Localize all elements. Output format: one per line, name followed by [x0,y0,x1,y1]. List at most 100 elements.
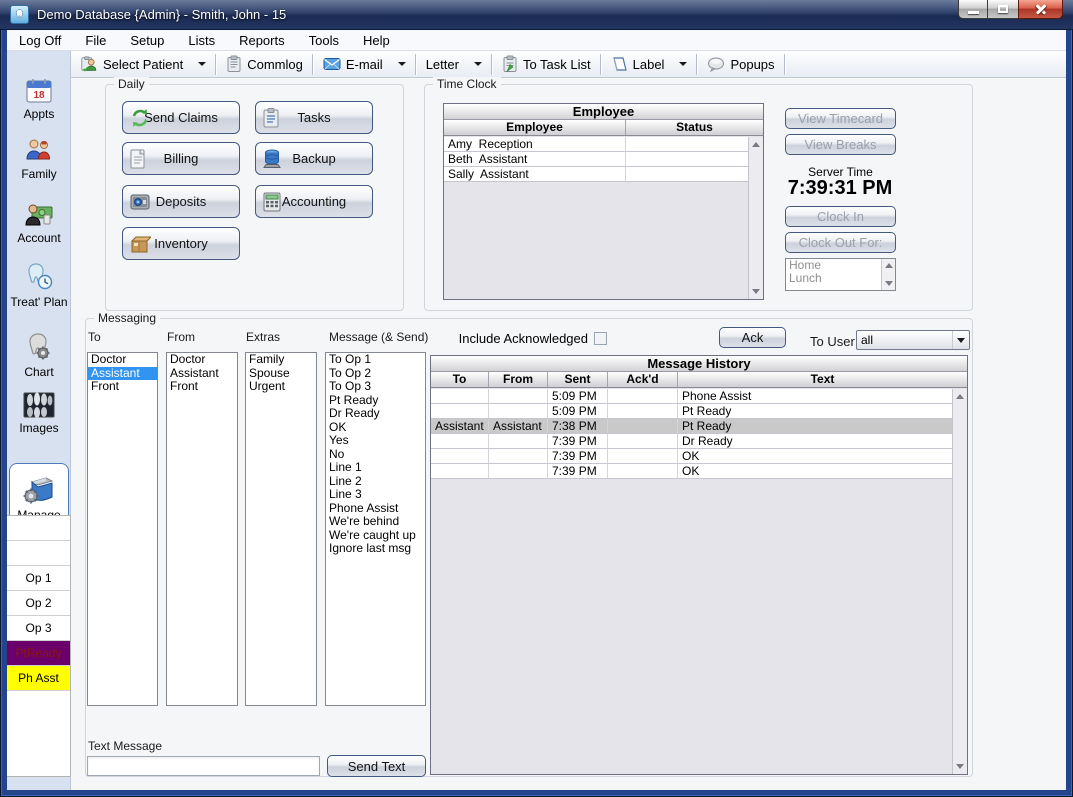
inventory-button[interactable]: Inventory [122,227,240,260]
scroll-up-icon[interactable] [885,263,893,268]
message-option[interactable]: Line 1 [326,461,425,475]
operatory-item[interactable]: Op 1 [7,566,70,591]
chevron-down-icon[interactable] [398,62,406,66]
text-message-input[interactable] [87,756,320,776]
scroll-down-icon[interactable] [956,764,964,769]
employee-scrollbar[interactable] [748,137,763,299]
message-option[interactable]: Pt Ready [326,394,425,408]
message-option[interactable]: No [326,448,425,462]
include-acknowledged-checkbox[interactable] [594,332,607,345]
extras-option[interactable]: Urgent [246,380,316,394]
message-option[interactable]: We're caught up [326,529,425,543]
to-option[interactable]: Front [88,380,157,394]
titlebar[interactable]: Demo Database {Admin} - Smith, John - 15 [0,0,1073,30]
from-option[interactable]: Doctor [167,353,237,367]
message-history-row[interactable]: 5:09 PMPhone Assist [431,389,952,404]
employee-row[interactable]: Amy Reception [444,137,748,152]
extras-option[interactable]: Spouse [246,367,316,381]
deposits-button[interactable]: Deposits [122,185,240,218]
message-option[interactable]: To Op 3 [326,380,425,394]
to-task-list-button[interactable]: To Task List [495,52,598,76]
message-option[interactable]: Ignore last msg [326,542,425,556]
to-column-header[interactable]: To [431,372,489,387]
to-user-combobox[interactable]: all [856,330,970,350]
employee-row[interactable]: Sally Assistant [444,167,748,182]
letter-button[interactable]: Letter [419,52,489,76]
chevron-down-icon[interactable] [474,62,482,66]
employee-row[interactable]: Beth Assistant [444,152,748,167]
clock-out-options-list[interactable]: HomeLunch [785,258,896,291]
mini-scrollbar[interactable] [881,259,895,290]
menu-item[interactable]: Reports [227,30,297,51]
from-listbox[interactable]: DoctorAssistantFront [166,352,238,706]
billing-button[interactable]: Billing [122,142,240,175]
chevron-down-icon[interactable] [679,62,687,66]
sent-column-header[interactable]: Sent [548,372,608,387]
message-option[interactable]: Phone Assist [326,502,425,516]
to-listbox[interactable]: DoctorAssistantFront [87,352,158,706]
ackd-column-header[interactable]: Ack'd [608,372,678,387]
sidebar-item-chart[interactable]: Chart [7,331,71,379]
scroll-down-icon[interactable] [885,281,893,286]
sidebar-item-family[interactable]: Family [7,137,71,181]
extras-option[interactable]: Family [246,353,316,367]
sidebar-item-account[interactable]: Account [7,201,71,245]
message-option[interactable]: OK [326,421,425,435]
close-button[interactable] [1018,0,1063,19]
view-breaks-button[interactable]: View Breaks [785,134,896,155]
menu-item[interactable]: Help [351,30,402,51]
to-option[interactable]: Assistant [88,367,157,381]
message-option[interactable]: Yes [326,434,425,448]
message-history-scrollbar[interactable] [952,389,967,774]
chevron-down-icon[interactable] [198,62,206,66]
backup-button[interactable]: Backup [255,142,373,175]
text-column-header[interactable]: Text [678,372,967,387]
clock-out-option[interactable]: Lunch [786,272,895,285]
menu-item[interactable]: File [73,30,118,51]
operatory-item[interactable]: Op 2 [7,591,70,616]
from-column-header[interactable]: From [489,372,548,387]
from-option[interactable]: Front [167,380,237,394]
operatory-item[interactable]: PtReady [7,641,70,666]
operatory-item[interactable] [7,541,70,566]
commlog-button[interactable]: Commlog [219,52,310,76]
combo-dropdown-button[interactable] [952,331,969,349]
sidebar-item-images[interactable]: Images [7,391,71,435]
message-option[interactable]: Dr Ready [326,407,425,421]
send-text-button[interactable]: Send Text [327,755,426,777]
scroll-up-icon[interactable] [752,142,760,147]
message-option[interactable]: Line 2 [326,475,425,489]
message-history-row[interactable]: 5:09 PMPt Ready [431,404,952,419]
ack-button[interactable]: Ack [719,327,786,348]
message-option[interactable]: To Op 2 [326,367,425,381]
message-option[interactable]: To Op 1 [326,353,425,367]
email-button[interactable]: E-mail [316,52,413,76]
scroll-up-icon[interactable] [956,394,964,399]
employee-column-header[interactable]: Employee [444,120,626,135]
message-option[interactable]: We're behind [326,515,425,529]
extras-listbox[interactable]: FamilySpouseUrgent [245,352,317,706]
sidebar-item-treatplan[interactable]: Treat' Plan [7,261,71,309]
message-history-row[interactable]: 7:39 PMOK [431,464,952,479]
operatory-item[interactable] [7,516,70,541]
view-timecard-button[interactable]: View Timecard [785,108,896,129]
message-send-listbox[interactable]: To Op 1To Op 2To Op 3Pt ReadyDr ReadyOKY… [325,352,426,706]
menu-item[interactable]: Log Off [7,30,73,51]
operatory-item[interactable]: Op 3 [7,616,70,641]
from-option[interactable]: Assistant [167,367,237,381]
accounting-button[interactable]: Accounting [255,185,373,218]
select-patient-button[interactable]: Select Patient [73,52,213,76]
menu-item[interactable]: Tools [297,30,351,51]
message-option[interactable]: Line 3 [326,488,425,502]
scroll-down-icon[interactable] [752,289,760,294]
clock-out-for-button[interactable]: Clock Out For: [785,232,896,253]
to-option[interactable]: Doctor [88,353,157,367]
sidebar-item-appts[interactable]: 18 Appts [7,77,71,121]
menu-item[interactable]: Lists [176,30,227,51]
send-claims-button[interactable]: Send Claims [122,101,240,134]
operatory-item[interactable]: Ph Asst [7,666,70,691]
label-button[interactable]: Label [604,52,695,76]
message-history-row[interactable]: 7:39 PMOK [431,449,952,464]
message-history-row[interactable]: 7:39 PMDr Ready [431,434,952,449]
menu-item[interactable]: Setup [118,30,176,51]
